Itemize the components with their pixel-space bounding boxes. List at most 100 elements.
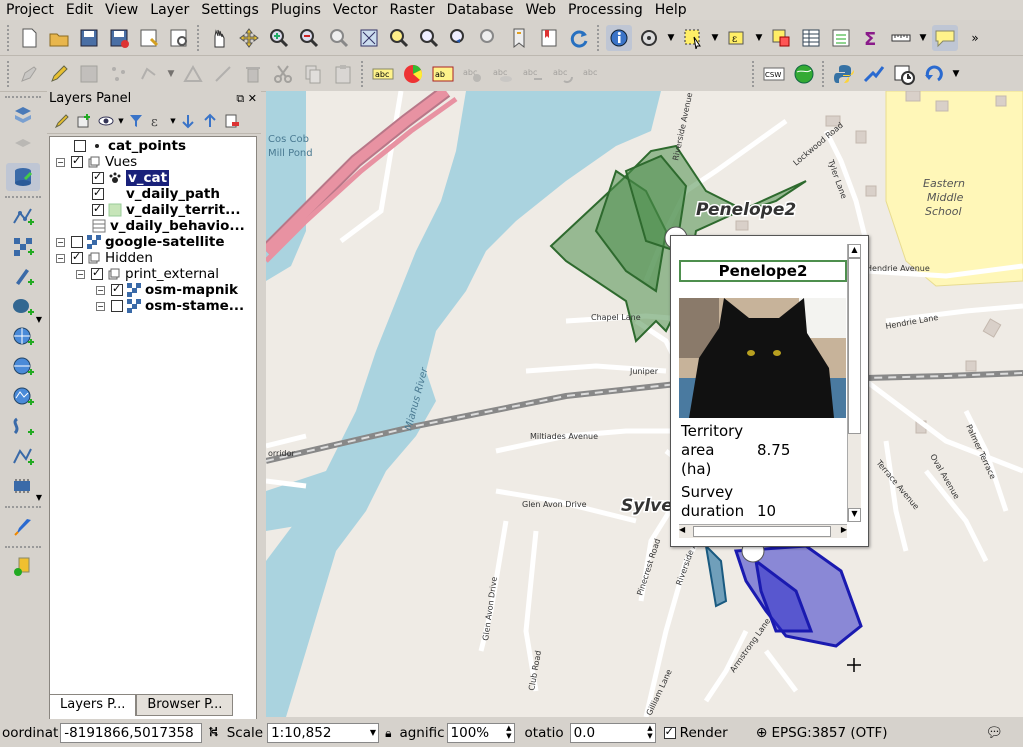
db-manager-icon[interactable] bbox=[6, 553, 40, 581]
change-label-icon[interactable]: abc bbox=[580, 61, 606, 87]
python-console-icon[interactable] bbox=[831, 61, 857, 87]
collapse-all-icon[interactable] bbox=[199, 110, 221, 132]
popup-horizontal-scrollbar[interactable]: ◀ ▶ bbox=[679, 524, 847, 538]
cut-features-icon[interactable] bbox=[270, 61, 296, 87]
layer-osm-stamen[interactable]: − osm-stame... bbox=[96, 298, 244, 314]
lock-icon[interactable]: 🔒︎ bbox=[385, 726, 391, 741]
filter-legend-icon[interactable] bbox=[125, 110, 147, 132]
spin-arrows-icon[interactable]: ▲ ▼ bbox=[647, 724, 652, 740]
zoom-full-icon[interactable] bbox=[356, 25, 382, 51]
group-vues[interactable]: − Vues bbox=[56, 154, 137, 170]
group-checkbox[interactable] bbox=[91, 266, 103, 280]
toolbar-grip[interactable] bbox=[361, 60, 365, 87]
chevron-down-icon[interactable]: ▼ bbox=[117, 110, 125, 132]
menu-edit[interactable]: Edit bbox=[60, 0, 99, 20]
toolbar-grip[interactable] bbox=[752, 60, 756, 87]
scroll-down-icon[interactable]: ▼ bbox=[848, 508, 861, 522]
processing-plugin-icon[interactable] bbox=[6, 513, 40, 541]
layer-checkbox[interactable] bbox=[111, 282, 123, 296]
scale-combo[interactable]: 1:10,852 ▼ bbox=[267, 723, 380, 743]
current-edits-icon[interactable] bbox=[16, 61, 42, 87]
attribute-table-icon[interactable] bbox=[798, 25, 824, 51]
save-project-icon[interactable] bbox=[76, 25, 102, 51]
collapse-toggle[interactable]: − bbox=[76, 269, 85, 279]
measure-icon[interactable] bbox=[888, 25, 914, 51]
vertex-tool-icon[interactable] bbox=[180, 61, 206, 87]
menu-settings[interactable]: Settings bbox=[195, 0, 264, 20]
crs-globe-icon[interactable]: ⊕ bbox=[756, 725, 768, 741]
add-group-icon[interactable] bbox=[73, 110, 95, 132]
menu-web[interactable]: Web bbox=[519, 0, 562, 20]
map-canvas[interactable]: Cos Cob Mill Pond Eastern Middle School … bbox=[266, 91, 1023, 717]
add-virtual-layer-icon[interactable] bbox=[6, 413, 40, 441]
toolbar-overflow-icon[interactable]: » bbox=[962, 25, 988, 51]
layer-checkbox[interactable] bbox=[111, 300, 123, 312]
gps-plugin-icon[interactable] bbox=[861, 61, 887, 87]
select-features-icon[interactable] bbox=[680, 25, 706, 51]
layer-tree[interactable]: cat_points − Vues v_cat v_daily_path v_d… bbox=[49, 136, 257, 747]
delete-selected-icon[interactable] bbox=[240, 61, 266, 87]
toolbar-grip[interactable] bbox=[7, 60, 11, 87]
extents-toggle-icon[interactable]: ⛕ bbox=[208, 724, 218, 742]
csw-icon[interactable]: CSW bbox=[761, 61, 787, 87]
layer-checkbox[interactable] bbox=[71, 236, 83, 248]
scroll-left-icon[interactable]: ◀ bbox=[679, 525, 685, 534]
layer-google-satellite[interactable]: − google-satellite bbox=[56, 234, 225, 250]
layout-manager-icon[interactable] bbox=[166, 25, 192, 51]
rotate-label-icon[interactable]: abc bbox=[550, 61, 576, 87]
chevron-down-icon[interactable]: ▼ bbox=[169, 110, 177, 132]
collapse-toggle[interactable]: − bbox=[96, 301, 105, 311]
menu-project[interactable]: Project bbox=[0, 0, 60, 20]
crs-label[interactable]: EPSG:3857 (OTF) bbox=[771, 725, 887, 741]
show-hide-labels-icon[interactable]: abc bbox=[490, 61, 516, 87]
filter-expression-icon[interactable]: ε bbox=[147, 110, 169, 132]
manage-visibility-icon[interactable] bbox=[95, 110, 117, 132]
zoom-next-icon[interactable] bbox=[476, 25, 502, 51]
new-print-layout-icon[interactable] bbox=[136, 25, 162, 51]
menu-plugins[interactable]: Plugins bbox=[265, 0, 327, 20]
group-checkbox[interactable] bbox=[71, 250, 83, 264]
copy-features-icon[interactable] bbox=[300, 61, 326, 87]
statistics-icon[interactable]: Σ bbox=[858, 25, 884, 51]
toolbar-grip[interactable] bbox=[822, 60, 826, 87]
new-bookmark-icon[interactable] bbox=[506, 25, 532, 51]
scroll-thumb[interactable] bbox=[848, 258, 861, 434]
toolbar-grip[interactable] bbox=[7, 24, 11, 51]
menu-layer[interactable]: Layer bbox=[144, 0, 195, 20]
move-label-icon[interactable]: abc bbox=[520, 61, 546, 87]
globe-plugin-icon[interactable] bbox=[791, 61, 817, 87]
add-wcs-icon[interactable] bbox=[6, 353, 40, 381]
select-expression-icon[interactable]: ε bbox=[724, 25, 750, 51]
magnifier-spinbox[interactable]: 100% ▲ ▼ bbox=[446, 723, 515, 743]
collapse-toggle[interactable]: − bbox=[56, 253, 65, 263]
zoom-last-icon[interactable] bbox=[446, 25, 472, 51]
pin-labels-icon[interactable]: abc bbox=[460, 61, 486, 87]
layer-v-daily-behavior[interactable]: v_daily_behavio... bbox=[92, 218, 245, 234]
new-project-icon[interactable] bbox=[16, 25, 42, 51]
zoom-in-icon[interactable] bbox=[266, 25, 292, 51]
menu-processing[interactable]: Processing bbox=[562, 0, 649, 20]
menu-help[interactable]: Help bbox=[649, 0, 693, 20]
toolbar-grip[interactable] bbox=[197, 24, 201, 51]
map-tips-icon[interactable] bbox=[932, 24, 958, 51]
layer-checkbox[interactable] bbox=[92, 186, 104, 200]
add-wfs-icon[interactable] bbox=[6, 383, 40, 411]
show-bookmarks-icon[interactable] bbox=[536, 25, 562, 51]
diagram-icon[interactable] bbox=[400, 61, 426, 87]
chevron-down-icon[interactable]: ▼ bbox=[918, 25, 928, 51]
menu-raster[interactable]: Raster bbox=[384, 0, 441, 20]
chevron-down-icon[interactable]: ▼ bbox=[666, 25, 676, 51]
collapse-toggle[interactable]: − bbox=[56, 157, 65, 167]
menu-vector[interactable]: Vector bbox=[327, 0, 384, 20]
layer-checkbox[interactable] bbox=[92, 170, 104, 184]
collapse-toggle[interactable]: − bbox=[56, 237, 65, 247]
add-mesh-icon[interactable] bbox=[6, 443, 40, 471]
chevron-down-icon[interactable]: ▼ bbox=[34, 305, 44, 333]
rotation-spinbox[interactable]: 0.0 ▲ ▼ bbox=[569, 723, 656, 743]
data-source-manager-icon[interactable] bbox=[6, 103, 40, 131]
zoom-native-icon[interactable] bbox=[326, 25, 352, 51]
menu-view[interactable]: View bbox=[99, 0, 144, 20]
toolbar-grip[interactable] bbox=[597, 24, 601, 51]
messages-icon[interactable]: 💬︎ bbox=[985, 725, 1003, 741]
run-action-icon[interactable] bbox=[636, 25, 662, 51]
